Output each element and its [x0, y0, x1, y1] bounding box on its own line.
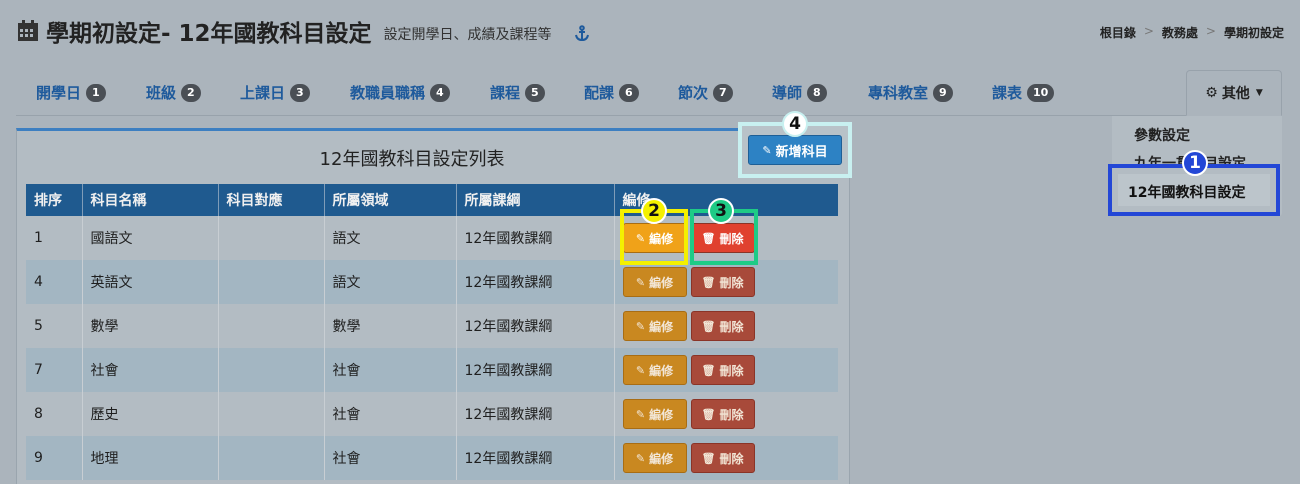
- tab-periods[interactable]: 節次 7: [678, 82, 733, 103]
- edit-button[interactable]: ✎ 編修: [622, 355, 687, 385]
- tab-badge: 10: [1027, 83, 1055, 102]
- trash-icon: 🗑: [701, 319, 716, 333]
- edit-button[interactable]: ✎ 編修: [622, 311, 687, 341]
- delete-button[interactable]: 🗑 刪除: [690, 443, 755, 473]
- step-marker-2: 2: [641, 198, 667, 224]
- delete-button[interactable]: 🗑 刪除: [690, 267, 755, 297]
- tab-class[interactable]: 班級 2: [146, 82, 201, 103]
- col-domain: 所屬領域: [324, 184, 457, 216]
- delete-button[interactable]: 🗑 刪除: [690, 399, 755, 429]
- tab-staff-titles[interactable]: 教職員職稱 4: [350, 82, 450, 103]
- step-marker-3: 3: [708, 198, 734, 224]
- edit-icon: ✎: [762, 143, 772, 157]
- menu-item-parameters[interactable]: 參數設定: [1134, 125, 1190, 145]
- col-subject-name: 科目名稱: [82, 184, 219, 216]
- step-marker-1: 1: [1182, 150, 1208, 176]
- col-curriculum: 所屬課綱: [456, 184, 615, 216]
- tab-badge: 2: [181, 83, 201, 102]
- delete-button[interactable]: 🗑 刪除: [690, 355, 755, 385]
- table-row: 8 歷史 社會 12年國教課綱 ✎ 編修 🗑 刪除: [26, 392, 838, 436]
- tab-badge: 4: [430, 83, 450, 102]
- tab-badge: 6: [619, 83, 639, 102]
- anchor-icon[interactable]: [574, 25, 592, 43]
- breadcrumb-current: 學期初設定: [1223, 26, 1284, 40]
- table-row: 9 地理 社會 12年國教課綱 ✎ 編修 🗑 刪除: [26, 436, 838, 480]
- col-order: 排序: [26, 184, 83, 216]
- tab-mentors[interactable]: 導師 8: [772, 82, 827, 103]
- menu-item-12-year-subjects[interactable]: 12年國教科目設定: [1118, 174, 1270, 206]
- col-subject-map: 科目對應: [218, 184, 325, 216]
- breadcrumb-office[interactable]: 教務處: [1162, 24, 1198, 41]
- trash-icon: 🗑: [701, 275, 716, 289]
- edit-icon: ✎: [635, 407, 646, 421]
- other-menu-button[interactable]: ⚙ 其他 ▼: [1186, 70, 1282, 116]
- tab-courses[interactable]: 課程 5: [490, 82, 545, 103]
- edit-icon: ✎: [635, 363, 646, 377]
- breadcrumb-separator: >: [1205, 24, 1216, 38]
- table-row: 5 數學 數學 12年國教課綱 ✎ 編修 🗑 刪除: [26, 304, 838, 348]
- table-row: 4 英語文 語文 12年國教課綱 ✎ 編修 🗑 刪除: [26, 260, 838, 304]
- breadcrumb-root[interactable]: 根目錄: [1100, 24, 1136, 41]
- page-header: 學期初設定- 12年國教科目設定 設定開學日、成績及課程等: [16, 14, 592, 48]
- gear-icon: ⚙: [1205, 85, 1218, 101]
- edit-icon: ✎: [635, 451, 646, 465]
- trash-icon: 🗑: [701, 407, 716, 421]
- page-subtitle: 設定開學日、成績及課程等: [383, 27, 552, 43]
- trash-icon: 🗑: [701, 451, 716, 465]
- tab-classrooms[interactable]: 專科教室 9: [868, 82, 953, 103]
- tab-badge: 1: [86, 83, 106, 102]
- tab-badge: 7: [713, 83, 733, 102]
- edit-button[interactable]: ✎ 編修: [622, 399, 687, 429]
- edit-icon: ✎: [635, 319, 646, 333]
- tab-bar: 開學日 1 班級 2 上課日 3 教職員職稱 4 課程 5 配課 6 節次 7 導師 8 專科教…: [16, 70, 1282, 116]
- edit-button[interactable]: ✎ 編修: [622, 443, 687, 473]
- tab-school-days[interactable]: 上課日 3: [240, 82, 310, 103]
- tab-badge: 9: [933, 83, 953, 102]
- caret-down-icon: ▼: [1255, 88, 1263, 98]
- step-marker-4: 4: [782, 111, 808, 137]
- page-title: 學期初設定- 12年國教科目設定: [46, 21, 372, 47]
- tab-badge: 3: [290, 83, 310, 102]
- trash-icon: 🗑: [701, 363, 716, 377]
- breadcrumb-separator: >: [1143, 24, 1154, 38]
- panel-title: 12年國教科目設定列表: [319, 149, 505, 170]
- edit-icon: ✎: [635, 275, 646, 289]
- tab-badge: 5: [525, 83, 545, 102]
- breadcrumb: 根目錄 > 教務處 > 學期初設定: [1100, 24, 1284, 41]
- tab-start-date[interactable]: 開學日 1: [36, 82, 106, 103]
- tab-badge: 8: [807, 83, 827, 102]
- table-row: 7 社會 社會 12年國教課綱 ✎ 編修 🗑 刪除: [26, 348, 838, 392]
- tab-timetable[interactable]: 課表 10: [992, 82, 1055, 103]
- add-subject-button[interactable]: ✎ 新增科目: [748, 135, 842, 165]
- delete-button[interactable]: 🗑 刪除: [690, 311, 755, 341]
- edit-button[interactable]: ✎ 編修: [622, 267, 687, 297]
- tab-assign[interactable]: 配課 6: [584, 82, 639, 103]
- calendar-icon: [16, 19, 40, 43]
